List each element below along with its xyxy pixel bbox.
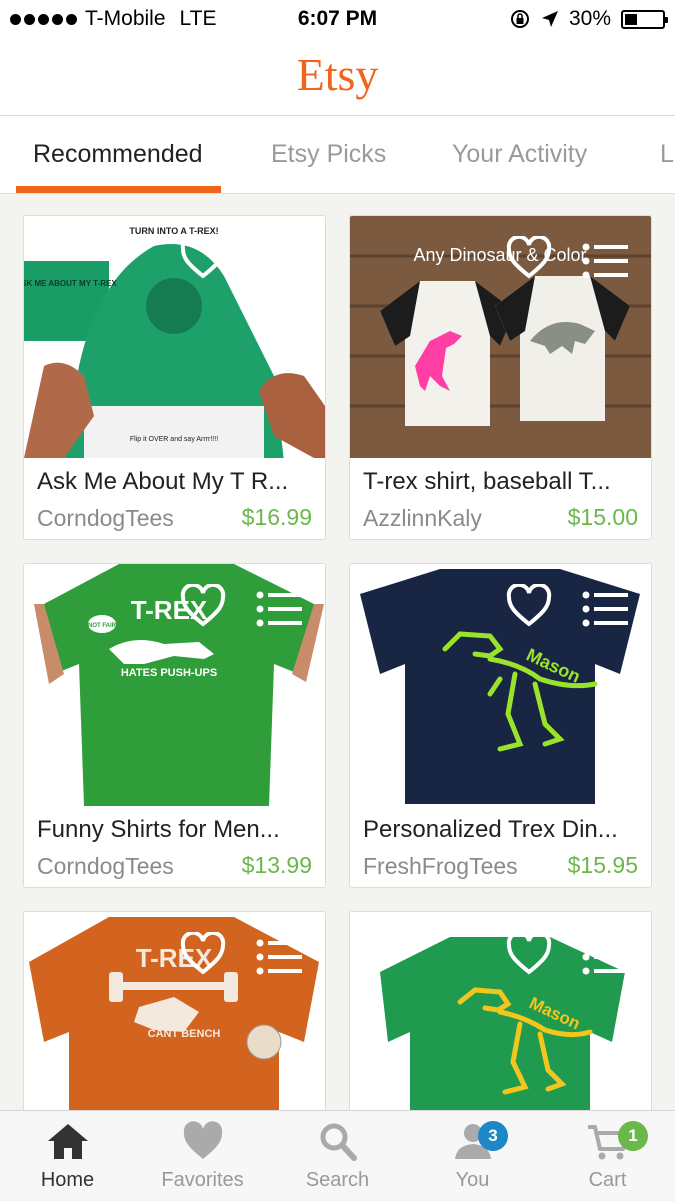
image-bubble-text: NOT FAIR <box>88 623 117 629</box>
app-header: Etsy <box>0 38 675 116</box>
favorite-heart-icon[interactable] <box>506 584 552 628</box>
nav-favorites-label: Favorites <box>161 1169 244 1191</box>
nav-cart-label: Cart <box>588 1169 627 1191</box>
tab-etsy-picks[interactable]: Etsy Picks <box>271 140 386 169</box>
battery-icon <box>621 9 668 29</box>
add-to-list-icon[interactable] <box>256 590 302 628</box>
favorite-heart-icon[interactable] <box>506 932 552 976</box>
add-to-list-icon[interactable] <box>582 590 628 628</box>
etsy-logo[interactable]: Etsy <box>0 48 675 101</box>
add-to-list-icon[interactable] <box>582 242 628 280</box>
you-badge: 3 <box>478 1121 508 1151</box>
tab-bar: Recommended Etsy Picks Your Activity L <box>0 116 675 194</box>
favorite-heart-icon[interactable] <box>180 236 226 280</box>
listing-card[interactable]: TURN INTO A T-REX! ASK ME ABOUT MY T-REX… <box>23 215 326 540</box>
image-caption-bottom: Flip it OVER and say Arrrr!!!! <box>130 436 218 443</box>
listing-shop[interactable]: CorndogTees <box>37 505 174 532</box>
tab-overflow[interactable]: L <box>660 140 674 169</box>
nav-home[interactable]: Home <box>0 1111 135 1201</box>
nav-you[interactable]: 3 You <box>405 1111 540 1201</box>
listing-price: $15.95 <box>567 852 638 878</box>
tab-recommended[interactable]: Recommended <box>33 140 203 169</box>
favorite-heart-icon[interactable] <box>180 932 226 976</box>
listing-title[interactable]: Personalized Trex Din... <box>363 816 643 844</box>
battery-percent: 30% <box>568 7 611 30</box>
listing-title[interactable]: Ask Me About My T R... <box>37 468 317 496</box>
listing-title[interactable]: Funny Shirts for Men... <box>37 816 317 844</box>
heart-icon <box>183 1121 223 1159</box>
image-caption-top: Any Dinosaur & Color <box>413 245 586 265</box>
listing-card[interactable]: Mason Personalized Trex Din... FreshFrog… <box>349 563 652 888</box>
status-bar: T-Mobile LTE 6:07 PM 30% <box>0 0 675 38</box>
nav-search-label: Search <box>305 1169 370 1191</box>
image-shirt-text: ASK ME ABOUT MY T-REX <box>24 279 117 288</box>
home-icon <box>48 1124 88 1159</box>
image-caption-bottom: HATES PUSH-UPS <box>121 667 217 679</box>
cart-badge: 1 <box>618 1121 648 1151</box>
listing-card[interactable]: NOT FAIR T-REX HATES PUSH-UPS Funny Shir… <box>23 563 326 888</box>
image-caption-top: TURN INTO A T-REX! <box>129 226 218 236</box>
active-tab-indicator <box>16 186 221 193</box>
listing-card[interactable]: Mason <box>349 911 652 1110</box>
nav-you-label: You <box>455 1169 490 1191</box>
status-right: 30% <box>509 7 668 31</box>
listing-shop[interactable]: CorndogTees <box>37 853 174 880</box>
rotation-lock-icon <box>510 10 529 28</box>
nav-search[interactable]: Search <box>270 1111 405 1201</box>
nav-favorites[interactable]: Favorites <box>135 1111 270 1201</box>
image-caption-bottom: CANT BENCH <box>148 1028 221 1040</box>
listing-shop[interactable]: FreshFrogTees <box>363 853 518 880</box>
bottom-nav: Home Favorites Search 3 You 1 Cart <box>0 1110 675 1200</box>
nav-home-label: Home <box>40 1169 95 1191</box>
listing-price: $16.99 <box>241 504 312 530</box>
favorite-heart-icon[interactable] <box>180 584 226 628</box>
listing-grid: TURN INTO A T-REX! ASK ME ABOUT MY T-REX… <box>0 194 675 1110</box>
search-icon <box>320 1123 357 1161</box>
tab-your-activity[interactable]: Your Activity <box>452 140 587 169</box>
listing-card[interactable]: Any Dinosaur & Color T-rex shirt, baseba… <box>349 215 652 540</box>
listing-price: $13.99 <box>241 852 312 878</box>
listing-title[interactable]: T-rex shirt, baseball T... <box>363 468 643 496</box>
nav-cart[interactable]: 1 Cart <box>540 1111 675 1201</box>
favorite-heart-icon[interactable] <box>506 236 552 280</box>
listing-card[interactable]: T-REX CANT BENCH <box>23 911 326 1110</box>
add-to-list-icon[interactable] <box>582 938 628 976</box>
location-arrow-icon <box>541 11 558 27</box>
add-to-list-icon[interactable] <box>256 938 302 976</box>
listing-price: $15.00 <box>567 504 638 530</box>
add-to-list-icon[interactable] <box>256 242 302 280</box>
listing-shop[interactable]: AzzlinnKaly <box>363 505 482 532</box>
